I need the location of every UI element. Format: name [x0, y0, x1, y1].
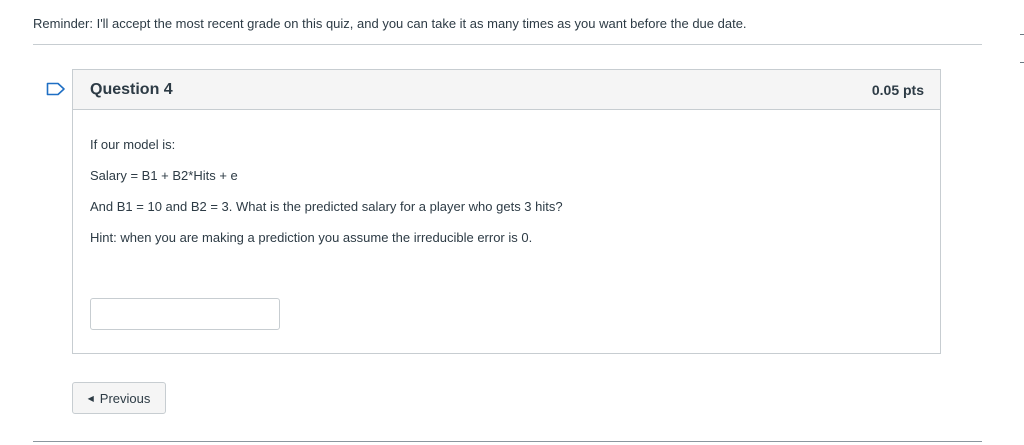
question-card: Question 4 0.05 pts If our model is: Sal… [72, 69, 941, 354]
top-divider [33, 44, 982, 45]
answer-input[interactable] [90, 298, 280, 330]
question-text-line: If our model is: [90, 137, 176, 152]
edge-scroll-mark-top [1020, 34, 1024, 35]
bottom-divider [33, 441, 982, 442]
question-text-line: And B1 = 10 and B2 = 3. What is the pred… [90, 199, 563, 214]
question-title: Question 4 [90, 81, 173, 98]
previous-button[interactable]: ◀ Previous [72, 382, 166, 414]
quiz-reminder: Reminder: I'll accept the most recent gr… [33, 16, 747, 31]
previous-button-label: Previous [99, 390, 151, 406]
question-text-line: Hint: when you are making a prediction y… [90, 230, 533, 245]
edge-scroll-mark-bottom [1020, 62, 1024, 63]
question-text-line: Salary = B1 + B2*Hits + e [90, 168, 238, 183]
question-header: Question 4 0.05 pts [73, 70, 940, 110]
flag-question-icon[interactable] [46, 82, 66, 96]
question-points: 0.05 pts [871, 82, 924, 98]
caret-left-icon: ◀ [87, 393, 94, 403]
